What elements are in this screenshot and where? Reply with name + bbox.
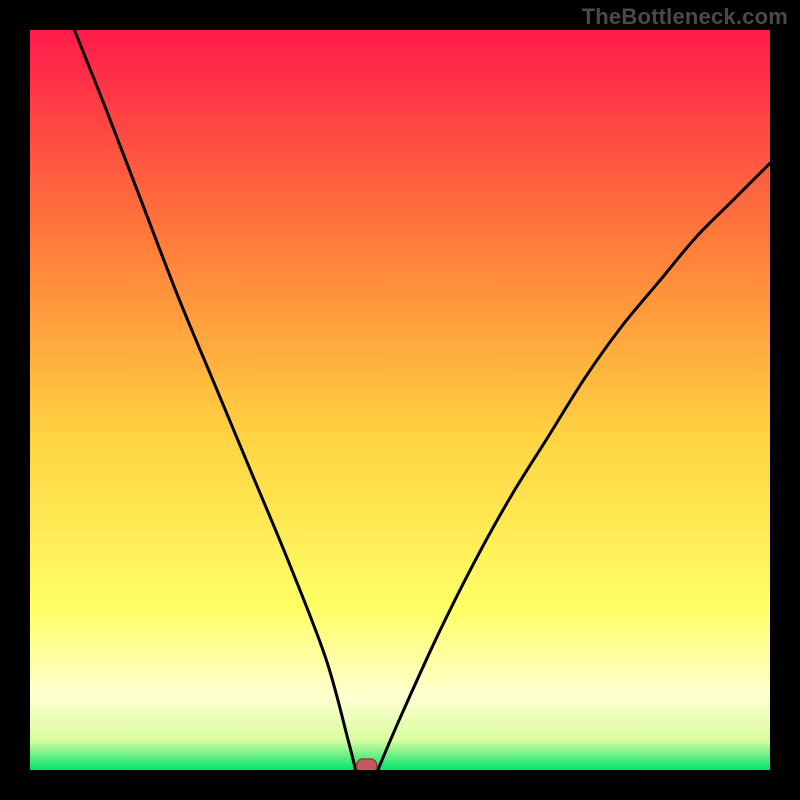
chart-frame: TheBottleneck.com [0,0,800,800]
plot-area [30,30,770,770]
chart-svg [30,30,770,770]
minimum-marker [357,759,377,770]
gradient-background [30,30,770,770]
watermark-label: TheBottleneck.com [582,4,788,30]
